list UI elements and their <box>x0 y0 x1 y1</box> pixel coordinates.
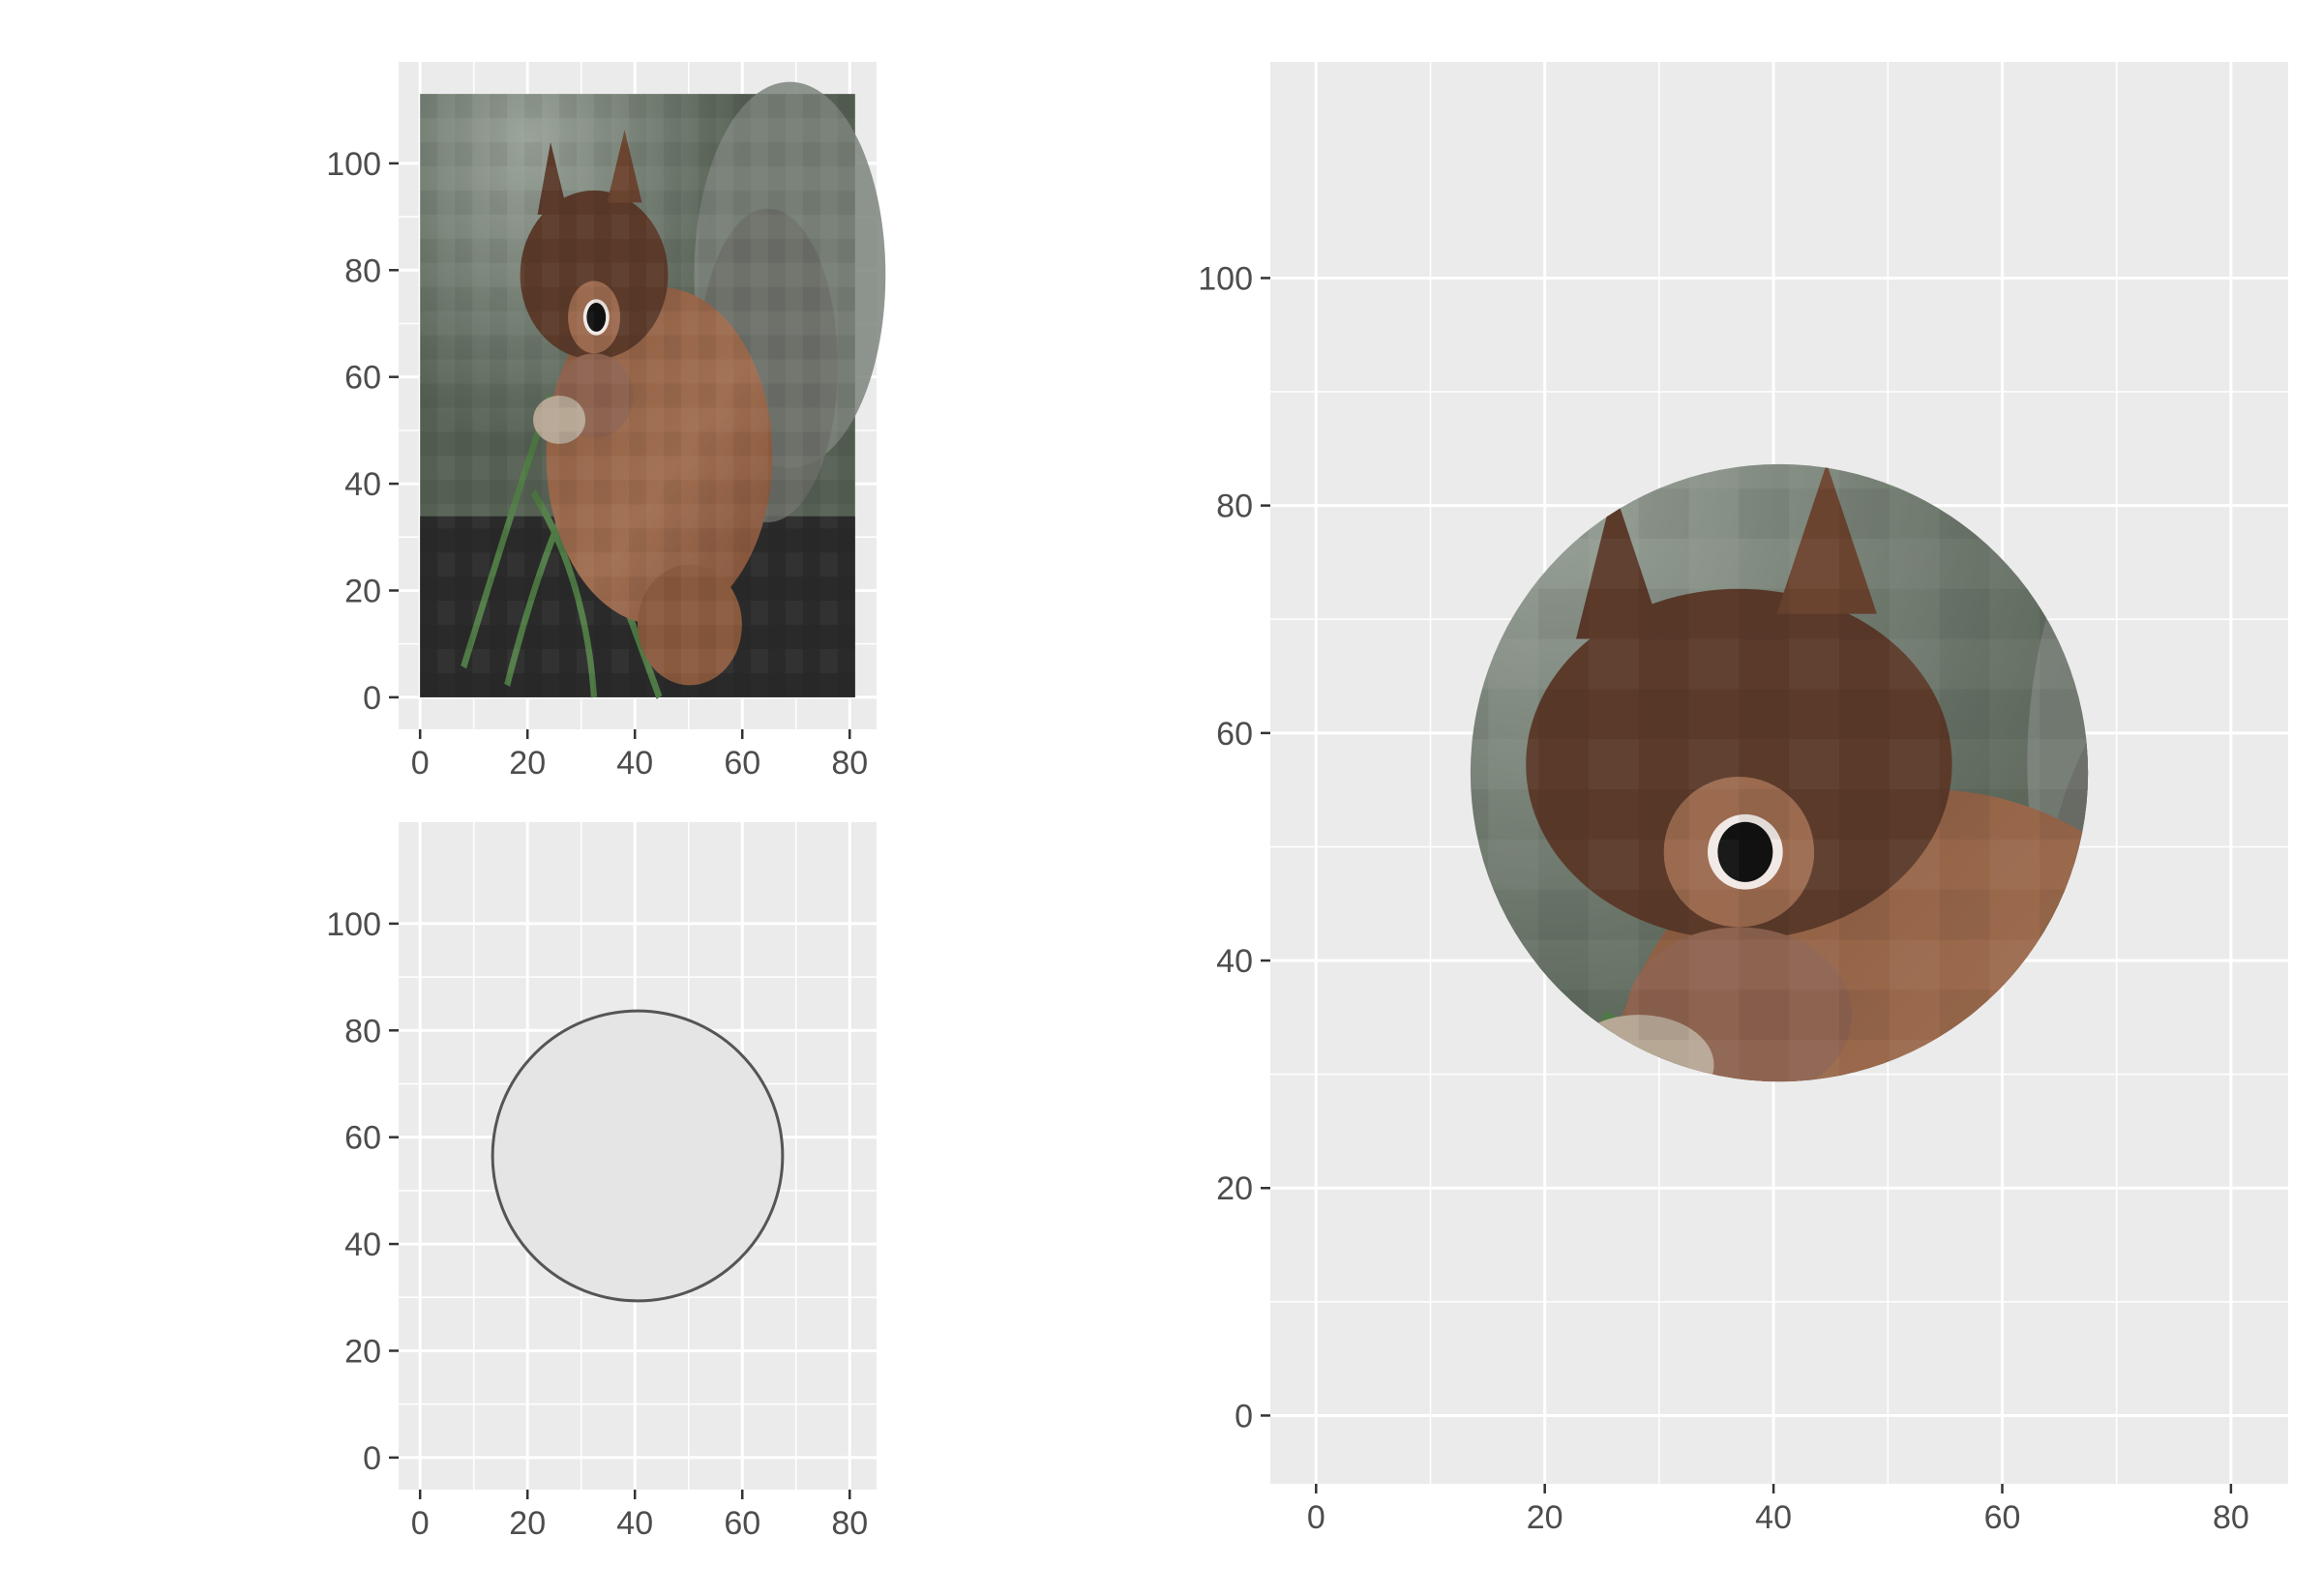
y-tick-label: 20 <box>344 573 381 609</box>
y-tick-label: 40 <box>344 1227 381 1263</box>
x-tick-label: 80 <box>831 745 868 782</box>
x-tick-label: 20 <box>509 1505 546 1542</box>
x-tick-label: 0 <box>1307 1499 1325 1536</box>
y-tick-label: 0 <box>363 680 381 717</box>
y-tick-label: 80 <box>344 252 381 289</box>
x-tick-label: 80 <box>831 1505 868 1542</box>
y-tick-label: 0 <box>363 1440 381 1477</box>
panel-masked-squirrel: 0 20 40 60 80 0 20 40 60 80 100 <box>1198 62 2288 1536</box>
y-tick-label: 20 <box>1216 1170 1253 1207</box>
circle-shape <box>491 1009 785 1303</box>
x-tick-label: 20 <box>1527 1499 1563 1536</box>
y-tick-label: 60 <box>1216 716 1253 753</box>
y-tick-label: 100 <box>1198 260 1253 297</box>
panel-circle-shape: 0 20 40 60 80 0 20 40 60 80 100 <box>326 822 877 1542</box>
squirrel-photo <box>420 82 885 697</box>
x-tick-label: 80 <box>2213 1499 2249 1536</box>
y-tick-label: 100 <box>326 146 381 183</box>
y-tick-label: 20 <box>344 1333 381 1370</box>
y-tick-label: 80 <box>344 1013 381 1049</box>
panel-squirrel-image: 0 20 40 60 80 0 20 40 60 80 100 <box>326 62 885 782</box>
plot-content <box>420 82 885 697</box>
x-tick-label: 60 <box>724 745 760 782</box>
x-tick-label: 20 <box>509 745 546 782</box>
x-tick-label: 60 <box>1984 1499 2021 1536</box>
y-tick-label: 60 <box>344 1120 381 1157</box>
x-tick-label: 60 <box>724 1505 760 1542</box>
y-tick-label: 60 <box>344 360 381 397</box>
squirrel-image <box>420 82 885 697</box>
x-tick-label: 40 <box>616 1505 653 1542</box>
plot-content <box>491 1009 785 1303</box>
y-tick-label: 80 <box>1216 488 1253 525</box>
x-tick-label: 0 <box>411 745 430 782</box>
x-tick-label: 40 <box>616 745 653 782</box>
y-tick-label: 40 <box>344 466 381 503</box>
x-tick-label: 0 <box>411 1505 430 1542</box>
y-tick-label: 40 <box>1216 943 1253 980</box>
y-tick-label: 0 <box>1235 1398 1253 1434</box>
x-tick-label: 40 <box>1755 1499 1792 1536</box>
chart-canvas: 0 20 40 60 80 0 20 40 60 80 100 0 20 40 60 80 0 20 40 60 80… <box>326 62 2288 1542</box>
y-tick-label: 100 <box>326 906 381 943</box>
